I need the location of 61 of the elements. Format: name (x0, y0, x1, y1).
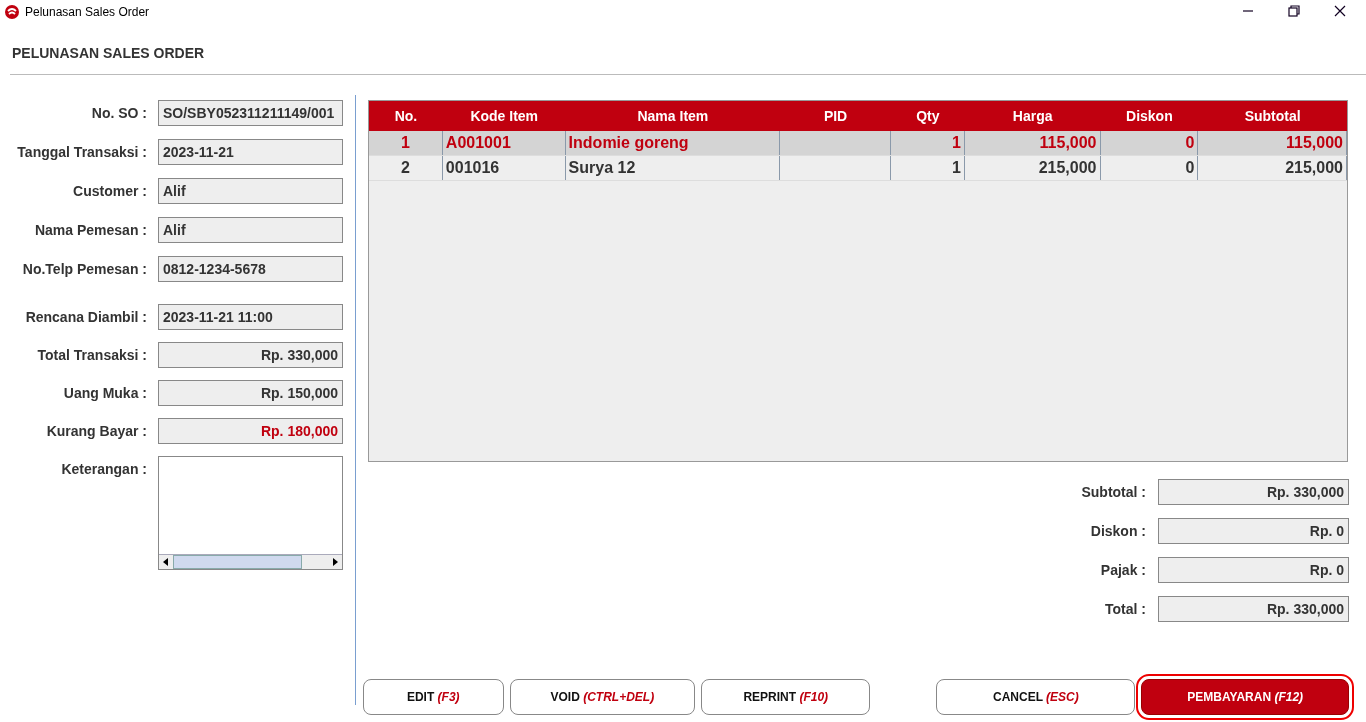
column-header[interactable]: Subtotal (1198, 101, 1347, 131)
field-label: No. SO : (90, 104, 147, 121)
table-cell: Indomie goreng (568, 134, 689, 151)
input-field[interactable]: Alif (158, 178, 343, 204)
table-cell: 0 (1185, 134, 1195, 151)
input-field[interactable]: Rp. 150,000 (158, 380, 343, 406)
column-header[interactable]: Nama Item (565, 101, 781, 131)
page-heading: PELUNASAN SALES ORDER (11, 44, 206, 63)
table-cell: 215,000 (1285, 159, 1343, 176)
total-label: Total : (1105, 601, 1146, 617)
input-field[interactable]: Rp. 330,000 (158, 342, 343, 368)
close-icon[interactable] (1334, 5, 1346, 17)
input-field[interactable]: 2023-11-21 (158, 139, 343, 165)
column-header[interactable]: Harga (964, 101, 1101, 131)
table-cell: 1 (951, 159, 961, 176)
restore-icon[interactable] (1288, 5, 1300, 17)
column-header[interactable]: No. (369, 101, 443, 131)
field-label: Keterangan : (60, 460, 147, 477)
field-label: Rencana Diambil : (24, 308, 147, 325)
total-label: Pajak : (1100, 562, 1146, 578)
total-field: Rp. 0 (1158, 518, 1349, 544)
total-field: Rp. 330,000 (1158, 479, 1349, 505)
column-header[interactable]: Kode Item (442, 101, 566, 131)
total-label: Diskon : (1090, 523, 1146, 539)
table-cell: A001001 (445, 134, 511, 151)
input-field[interactable]: SO/SBY052311211149/001 (158, 100, 343, 126)
field-label: Nama Pemesan : (33, 221, 147, 238)
table-cell: 215,000 (1038, 159, 1097, 176)
table-cell: 001016 (445, 159, 500, 176)
field-label: No.Telp Pemesan : (21, 260, 147, 277)
table-cell: 115,000 (1039, 134, 1097, 151)
field-label: Customer : (72, 182, 147, 199)
field-label: Total Transaksi : (36, 346, 147, 363)
table-row[interactable]: 2 001016 Surya 12 1 215,000 0 215,000 (369, 156, 1347, 181)
column-header[interactable]: Qty (890, 101, 965, 131)
action-button[interactable]: EDIT (F3) (363, 679, 504, 715)
horizontal-scrollbar[interactable] (159, 554, 342, 569)
column-header[interactable]: PID (780, 101, 891, 131)
table-row[interactable]: 1 A001001 Indomie goreng 1 115,000 0 115,000 (369, 131, 1347, 156)
table-cell: Surya 12 (568, 159, 636, 176)
app-logo-icon (5, 5, 19, 19)
action-button[interactable]: VOID (CTRL+DEL) (509, 679, 696, 715)
column-header[interactable]: Diskon (1100, 101, 1199, 131)
table-cell: 2 (400, 159, 410, 176)
table-cell: 115,000 (1286, 134, 1343, 151)
total-field: Rp. 0 (1158, 557, 1349, 583)
action-button[interactable]: REPRINT (F10) (701, 679, 871, 715)
input-field[interactable]: 0812-1234-5678 (158, 256, 343, 282)
table-cell: 1 (951, 134, 961, 151)
total-label: Subtotal : (1081, 484, 1146, 500)
window-title: Pelunasan Sales Order (25, 5, 150, 19)
input-field[interactable]: Rp. 180,000 (158, 418, 343, 444)
field-label: Uang Muka : (62, 384, 147, 401)
table-cell: 0 (1185, 159, 1195, 176)
total-field: Rp. 330,000 (1158, 596, 1349, 622)
table-cell: 1 (400, 134, 410, 151)
field-label: Kurang Bayar : (45, 422, 147, 439)
action-button[interactable]: CANCEL (ESC) (936, 679, 1136, 715)
input-field[interactable]: 2023-11-21 11:00 (158, 304, 343, 330)
input-field[interactable]: Alif (158, 217, 343, 243)
field-label: Tanggal Transaksi : (16, 143, 147, 160)
